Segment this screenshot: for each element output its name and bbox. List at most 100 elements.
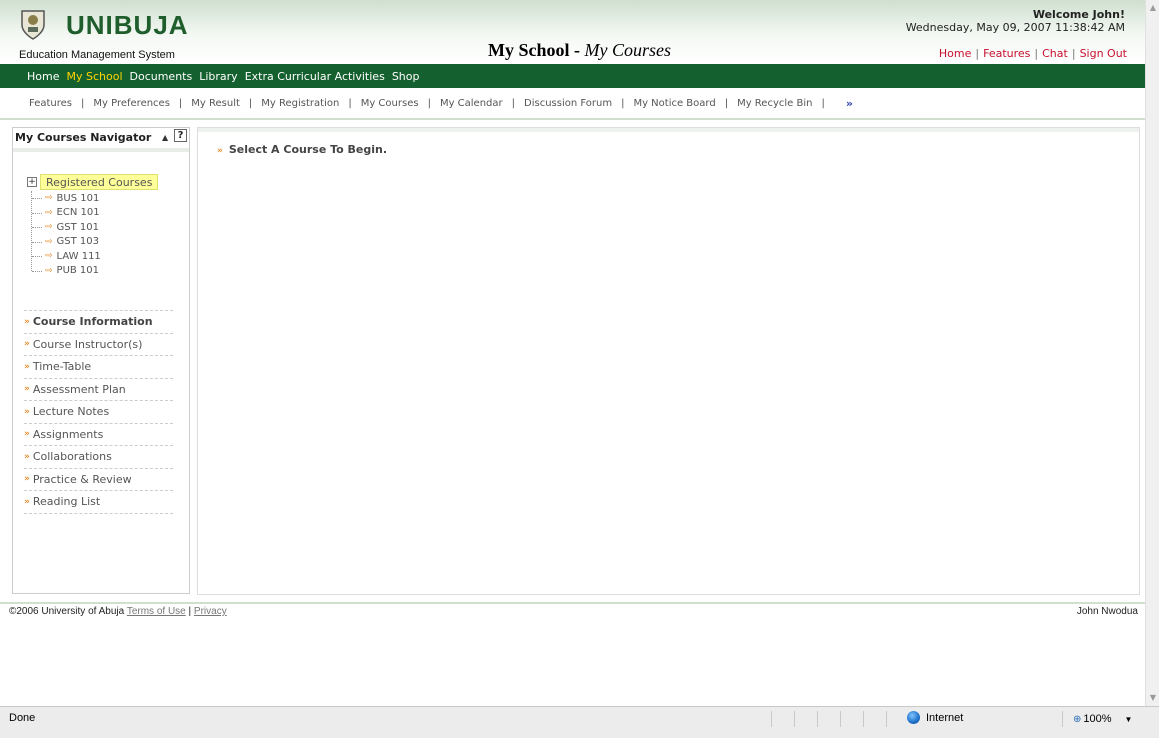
scroll-up-icon[interactable]: ▲: [1146, 0, 1159, 16]
registered-courses-node[interactable]: Registered Courses: [40, 174, 159, 190]
sub-nav-my-calendar[interactable]: My Calendar: [440, 98, 503, 109]
brand-tagline: Education Management System: [19, 49, 175, 61]
course-arrow-icon: ⇨: [45, 251, 53, 262]
site-header: UNIBUJA Education Management System My S…: [0, 0, 1145, 64]
sub-nav-discussion-forum[interactable]: Discussion Forum: [524, 98, 612, 109]
course-code[interactable]: GST 103: [57, 236, 99, 247]
sub-nav-my-result[interactable]: My Result: [191, 98, 240, 109]
more-links-icon[interactable]: »: [846, 97, 853, 110]
menu-label: Assignments: [32, 427, 104, 441]
top-link-separator: |: [1034, 47, 1039, 60]
sub-nav-my-recycle-bin[interactable]: My Recycle Bin: [737, 98, 812, 109]
main-content: » Select A Course To Begin.: [197, 127, 1140, 595]
sub-nav-my-preferences[interactable]: My Preferences: [93, 98, 170, 109]
menu-time-table[interactable]: » Time-Table: [24, 356, 173, 379]
footer-separator: |: [188, 606, 192, 617]
main-nav-extra-curricular[interactable]: Extra Curricular Activities: [245, 70, 385, 83]
menu-label: Course Information: [32, 315, 153, 329]
sub-nav-my-courses[interactable]: My Courses: [361, 98, 419, 109]
status-divider: [771, 711, 772, 727]
chevron-icon: »: [24, 361, 30, 372]
current-datetime: Wednesday, May 09, 2007 11:38:42 AM: [905, 21, 1125, 34]
menu-label: Lecture Notes: [32, 405, 110, 419]
sub-nav-my-notice-board[interactable]: My Notice Board: [633, 98, 715, 109]
chevron-icon: »: [24, 406, 30, 417]
menu-lecture-notes[interactable]: » Lecture Notes: [24, 401, 173, 424]
menu-course-information[interactable]: » Course Information: [24, 311, 173, 334]
top-link-chat[interactable]: Chat: [1042, 47, 1068, 60]
course-arrow-icon: ⇨: [45, 207, 53, 218]
terms-of-use-link[interactable]: Terms of Use: [127, 606, 186, 617]
footer-user-name: John Nwodua: [1076, 606, 1138, 617]
globe-icon: [907, 711, 920, 724]
course-arrow-icon: ⇨: [45, 222, 53, 233]
course-item[interactable]: ⇨ GST 101: [32, 220, 158, 235]
collapse-icon[interactable]: ▲: [162, 133, 168, 142]
copyright: ©2006 University of Abuja Terms of Use |…: [9, 606, 227, 617]
privacy-link[interactable]: Privacy: [194, 606, 227, 617]
menu-reading-list[interactable]: » Reading List: [24, 491, 173, 514]
zoom-control[interactable]: ⊕ 100% ▼: [1073, 713, 1132, 725]
zoom-icon: ⊕: [1073, 713, 1082, 725]
chevron-icon: »: [24, 339, 30, 350]
menu-course-instructors[interactable]: » Course Instructor(s): [24, 334, 173, 356]
browser-status-bar: Done Internet ⊕ 100% ▼: [0, 706, 1159, 738]
menu-label: Practice & Review: [32, 472, 132, 486]
dropdown-arrow-icon[interactable]: ▼: [1125, 715, 1133, 724]
course-code[interactable]: LAW 111: [57, 251, 101, 262]
menu-label: Collaborations: [32, 450, 112, 464]
top-link-features[interactable]: Features: [983, 47, 1030, 60]
course-code[interactable]: GST 101: [57, 222, 99, 233]
course-arrow-icon: ⇨: [45, 193, 53, 204]
top-link-separator: |: [1071, 47, 1076, 60]
sub-nav-my-registration[interactable]: My Registration: [261, 98, 339, 109]
top-link-sign-out[interactable]: Sign Out: [1080, 47, 1127, 60]
menu-assessment-plan[interactable]: » Assessment Plan: [24, 379, 173, 401]
course-code[interactable]: PUB 101: [57, 265, 99, 276]
select-course-prompt: » Select A Course To Begin.: [217, 143, 387, 156]
chevron-icon: »: [24, 384, 30, 395]
main-nav-shop[interactable]: Shop: [392, 70, 420, 83]
help-icon[interactable]: ?: [174, 129, 187, 142]
main-nav-library[interactable]: Library: [199, 70, 237, 83]
course-item[interactable]: ⇨ BUS 101: [32, 191, 158, 206]
sub-nav-separator: |: [724, 97, 729, 109]
status-text: Done: [9, 712, 36, 724]
navigator-title: My Courses Navigator: [15, 131, 152, 144]
main-nav-my-school[interactable]: My School: [66, 70, 122, 83]
top-links: Home | Features | Chat | Sign Out: [939, 47, 1127, 60]
menu-collaborations[interactable]: » Collaborations: [24, 446, 173, 469]
course-item[interactable]: ⇨ PUB 101: [32, 264, 158, 279]
page-title-subsection: My Courses: [584, 40, 672, 60]
status-divider: [817, 711, 818, 727]
top-link-separator: |: [975, 47, 980, 60]
top-link-home[interactable]: Home: [939, 47, 971, 60]
course-item[interactable]: ⇨ LAW 111: [32, 249, 158, 264]
courses-navigator-panel: My Courses Navigator ▲ ? + Registered Co…: [12, 127, 190, 594]
menu-practice-review[interactable]: » Practice & Review: [24, 469, 173, 491]
status-divider: [794, 711, 795, 727]
main-nav-documents[interactable]: Documents: [130, 70, 193, 83]
course-info-menu: » Course Information » Course Instructor(s…: [24, 310, 173, 514]
main-nav-home[interactable]: Home: [27, 70, 59, 83]
welcome-block: Welcome John! Wednesday, May 09, 2007 11…: [906, 8, 1125, 34]
course-code[interactable]: ECN 101: [57, 207, 100, 218]
course-item[interactable]: ⇨ GST 103: [32, 235, 158, 250]
vertical-scrollbar[interactable]: ▲ ▼: [1145, 0, 1159, 706]
chevron-icon: »: [24, 474, 30, 485]
welcome-message: Welcome John!: [1032, 8, 1125, 21]
university-crest-icon: [21, 10, 45, 40]
scroll-down-icon[interactable]: ▼: [1146, 690, 1159, 706]
course-tree: + Registered Courses ⇨ BUS 101 ⇨ ECN 101 ⇨…: [27, 174, 159, 276]
course-item[interactable]: ⇨ ECN 101: [32, 206, 158, 221]
main-nav: Home My School Documents Library Extra C…: [0, 64, 1145, 88]
sub-nav-features[interactable]: Features: [29, 98, 72, 109]
brand-name[interactable]: UNIBUJA: [66, 10, 189, 41]
zone-label: Internet: [926, 711, 964, 724]
copyright-text: ©2006 University of Abuja: [9, 606, 125, 617]
course-code[interactable]: BUS 101: [57, 193, 100, 204]
expand-icon[interactable]: +: [27, 177, 37, 187]
menu-label: Course Instructor(s): [32, 337, 143, 351]
menu-label: Assessment Plan: [32, 382, 126, 396]
menu-assignments[interactable]: » Assignments: [24, 424, 173, 446]
